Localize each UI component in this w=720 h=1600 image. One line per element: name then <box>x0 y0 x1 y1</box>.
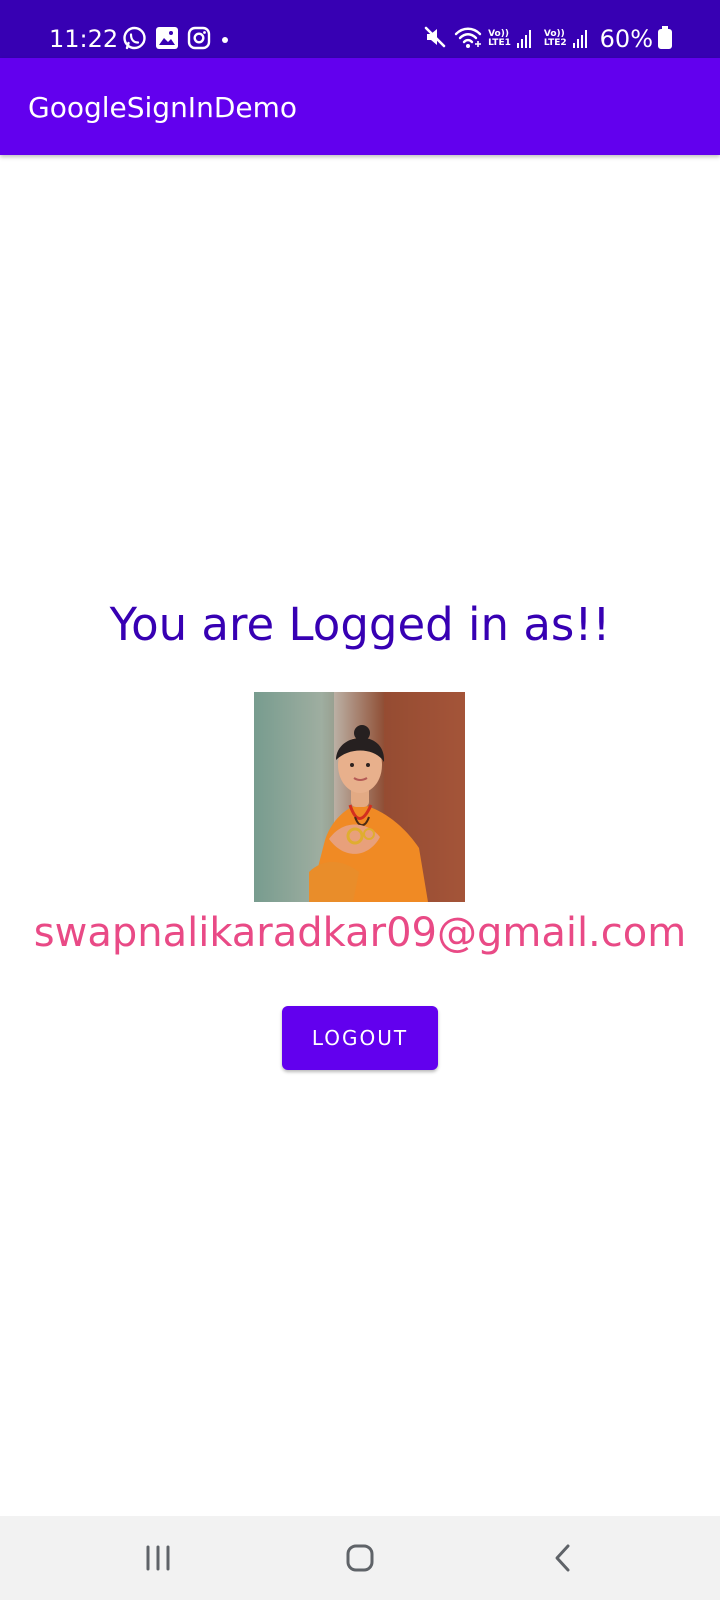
system-navigation-bar <box>0 1516 720 1600</box>
home-icon[interactable] <box>338 1538 382 1578</box>
user-email: swapnalikaradkar09@gmail.com <box>33 910 687 956</box>
volte-lte1-icon: Vo)) LTE1 <box>488 29 511 48</box>
status-right-icons: Vo)) LTE1 Vo)) LTE2 60% <box>422 24 672 54</box>
status-bar: 11:22 Vo)) LTE1 Vo)) LTE2 60% <box>0 0 720 58</box>
wifi-icon <box>453 24 483 54</box>
logged-in-heading: You are Logged in as!! <box>109 598 611 651</box>
recent-apps-icon[interactable] <box>136 1538 180 1578</box>
gallery-icon <box>155 26 179 54</box>
status-left-icons <box>122 26 231 55</box>
profile-photo <box>254 692 465 902</box>
app-title: GoogleSignInDemo <box>28 91 298 124</box>
signal-icon <box>516 30 531 48</box>
logout-button[interactable]: LOGOUT <box>282 1006 438 1070</box>
status-time: 11:22 <box>49 25 119 53</box>
whatsapp-icon <box>122 26 147 55</box>
back-icon[interactable] <box>541 1538 585 1578</box>
signal-icon <box>572 30 587 48</box>
mute-icon <box>422 24 448 54</box>
instagram-icon <box>187 26 211 54</box>
volte-lte2-icon: Vo)) LTE2 <box>543 29 567 48</box>
battery-charging-icon <box>658 26 672 49</box>
battery-percentage: 60% <box>599 25 653 53</box>
app-bar: GoogleSignInDemo <box>0 58 720 155</box>
notification-dot-icon <box>219 31 231 50</box>
